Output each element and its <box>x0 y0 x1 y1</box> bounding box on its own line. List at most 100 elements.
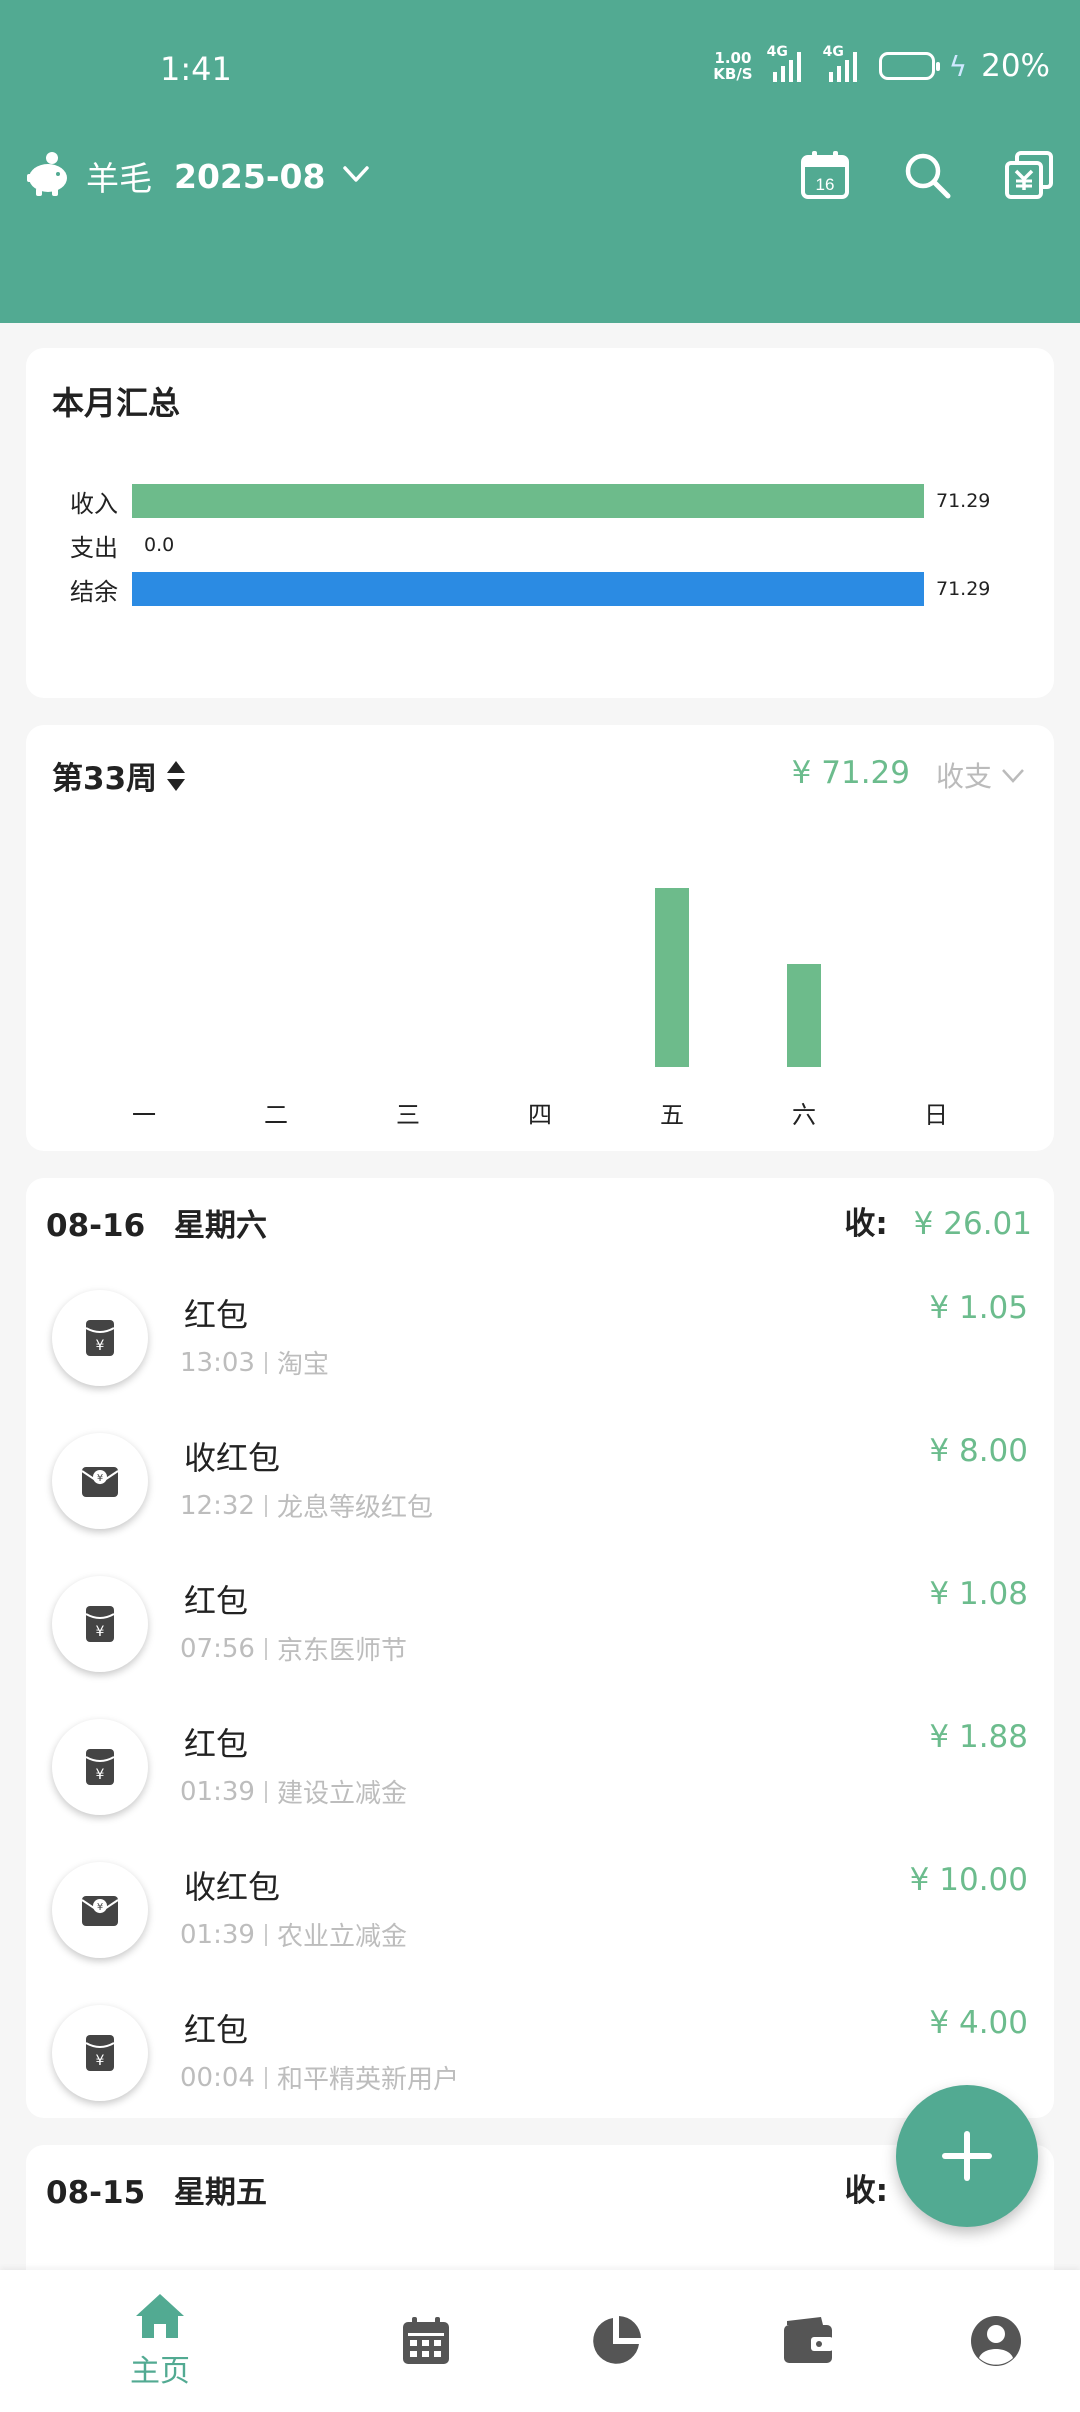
day-weekday-2: 星期五 <box>173 2175 267 2211</box>
day-group-card: 08-16 星期六 收: ¥ 26.01 ¥ 红包 13:03 淘宝 ¥ 1.05 ¥ 收红… <box>26 1178 1054 2118</box>
week-total: ¥ 71.29 <box>791 755 910 791</box>
transaction-note: 农业立减金 <box>276 1922 407 1952</box>
day-header-date-2: 08-15 星期五 <box>46 2167 267 2212</box>
signal-icon: 4G <box>767 44 809 84</box>
transaction-time: 13:03 <box>180 1347 255 1378</box>
calendar-day: 16 <box>816 175 835 194</box>
transaction-meta: 01:39 农业立减金 <box>180 1916 407 1953</box>
signal-icon-2: 4G <box>823 44 865 84</box>
meta-divider <box>264 1494 267 1517</box>
transaction-time: 01:39 <box>180 1919 255 1950</box>
plus-icon <box>942 2131 992 2181</box>
week-selector[interactable]: 第33周 <box>52 753 187 798</box>
week-chart-card: 第33周 ¥ 71.29 收支 一 二 三 四 五 六 日 <box>26 725 1054 1151</box>
day-sum: 收: ¥ 26.01 <box>844 1198 1032 1243</box>
week-label: 第33周 <box>52 761 158 797</box>
transaction-meta: 07:56 京东医师节 <box>180 1630 407 1667</box>
week-day-label: 一 <box>132 1101 156 1129</box>
svg-text:¥: ¥ <box>96 1767 105 1783</box>
day-weekday: 星期六 <box>173 1208 267 1244</box>
week-day-label: 六 <box>792 1101 816 1129</box>
nav-profile[interactable] <box>926 2270 1066 2412</box>
meta-divider <box>264 1780 267 1803</box>
search-button[interactable] <box>900 148 954 202</box>
nav-calendar[interactable] <box>356 2270 496 2412</box>
battery-icon <box>878 52 940 80</box>
red-packet-icon: ¥ <box>52 1576 148 1672</box>
wallet-icon <box>784 2317 833 2363</box>
bottom-navigation: 主页 <box>0 2270 1080 2412</box>
transaction-amount: ¥ 1.05 <box>929 1290 1028 1326</box>
app-root: 1:41 1.00 KB/S 4G 4G ϟ 20% 羊毛 2025-08 16… <box>0 0 1080 2412</box>
nav-home[interactable]: 主页 <box>90 2270 230 2412</box>
net-speed-value: 1.00 <box>714 49 752 67</box>
status-time: 1:41 <box>160 50 232 88</box>
nav-home-label: 主页 <box>130 2354 190 2389</box>
svg-text:¥: ¥ <box>96 1624 105 1640</box>
calendar-icon: 16 <box>801 151 849 199</box>
summary-row-label: 结余 <box>70 578 118 606</box>
transaction-amount: ¥ 1.08 <box>929 1576 1028 1612</box>
transaction-meta: 12:32 龙息等级红包 <box>180 1487 433 1524</box>
ledger-selector[interactable]: 羊毛 2025-08 <box>24 150 373 202</box>
transaction-item[interactable]: ¥ 红包 01:39 建设立减金 ¥ 1.88 <box>26 1705 1054 1848</box>
transaction-item[interactable]: ¥ 收红包 12:32 龙息等级红包 ¥ 8.00 <box>26 1419 1054 1562</box>
week-day-label: 二 <box>264 1101 288 1129</box>
battery-percent: 20% <box>981 48 1050 84</box>
ledger-name: 羊毛 <box>86 159 152 198</box>
charging-icon: ϟ <box>948 49 968 83</box>
nav-statistics[interactable] <box>546 2270 686 2412</box>
transaction-amount: ¥ 1.88 <box>929 1719 1028 1755</box>
transaction-note: 淘宝 <box>276 1350 329 1380</box>
add-record-button[interactable] <box>896 2085 1038 2227</box>
day-sum-value: ¥ 26.01 <box>913 1206 1032 1242</box>
receive-red-packet-icon: ¥ <box>52 1862 148 1958</box>
red-packet-icon: ¥ <box>52 1290 148 1386</box>
transaction-note: 京东医师节 <box>276 1636 407 1666</box>
bills-button[interactable] <box>1002 148 1056 202</box>
type-filter[interactable]: 收支 <box>936 755 1026 795</box>
transaction-meta: 00:04 和平精英新用户 <box>180 2059 459 2096</box>
transaction-item[interactable]: ¥ 收红包 01:39 农业立减金 ¥ 10.00 <box>26 1848 1054 1991</box>
nav-wallet[interactable] <box>738 2270 878 2412</box>
transaction-note: 龙息等级红包 <box>276 1493 433 1523</box>
transaction-title: 红包 <box>184 1296 249 1334</box>
toolbar-actions: 16 <box>798 148 1056 202</box>
transaction-item[interactable]: ¥ 红包 07:56 京东医师节 ¥ 1.08 <box>26 1562 1054 1705</box>
meta-divider <box>264 1637 267 1660</box>
svg-text:¥: ¥ <box>97 1473 103 1484</box>
piggy-bank-icon <box>24 150 72 202</box>
currency-copy-icon <box>1005 151 1053 199</box>
app-header: 1:41 1.00 KB/S 4G 4G ϟ 20% 羊毛 2025-08 16 <box>0 0 1080 323</box>
svg-text:¥: ¥ <box>96 2053 105 2069</box>
transaction-amount: ¥ 4.00 <box>929 2005 1028 2041</box>
transaction-note: 和平精英新用户 <box>276 2065 459 2095</box>
week-day-label: 五 <box>660 1101 684 1129</box>
summary-row-label: 支出 <box>70 534 118 562</box>
day-date: 08-16 <box>46 1208 146 1244</box>
week-bar[interactable] <box>655 887 689 1067</box>
chevron-down-icon <box>1002 769 1024 783</box>
week-bar[interactable] <box>787 964 821 1067</box>
transaction-title: 红包 <box>184 1582 249 1620</box>
month-label: 2025-08 <box>174 156 326 196</box>
transaction-item[interactable]: ¥ 红包 13:03 淘宝 ¥ 1.05 <box>26 1276 1054 1419</box>
search-icon <box>905 153 951 199</box>
summary-bar <box>132 484 924 518</box>
red-packet-icon: ¥ <box>52 1719 148 1815</box>
summary-value: 71.29 <box>936 578 991 600</box>
status-bar-right: 1.00 KB/S 4G 4G ϟ 20% <box>713 44 1050 84</box>
calendar-button[interactable]: 16 <box>798 148 852 202</box>
meta-divider <box>264 1923 267 1946</box>
transaction-title: 收红包 <box>184 1439 281 1477</box>
summary-value: 71.29 <box>936 490 991 512</box>
profile-icon <box>971 2316 1021 2366</box>
transaction-title: 红包 <box>184 2011 249 2049</box>
red-packet-icon: ¥ <box>52 2005 148 2101</box>
sort-arrows-icon <box>167 760 186 791</box>
month-summary-card[interactable]: 本月汇总 收入 71.29 支出 0.0 结余 71.29 <box>26 348 1054 698</box>
summary-bar <box>132 572 924 606</box>
day-sum-2: 收: <box>845 2165 904 2210</box>
transaction-item[interactable]: ¥ 红包 00:04 和平精英新用户 ¥ 4.00 <box>26 1991 1054 2134</box>
transaction-time: 12:32 <box>180 1490 255 1521</box>
